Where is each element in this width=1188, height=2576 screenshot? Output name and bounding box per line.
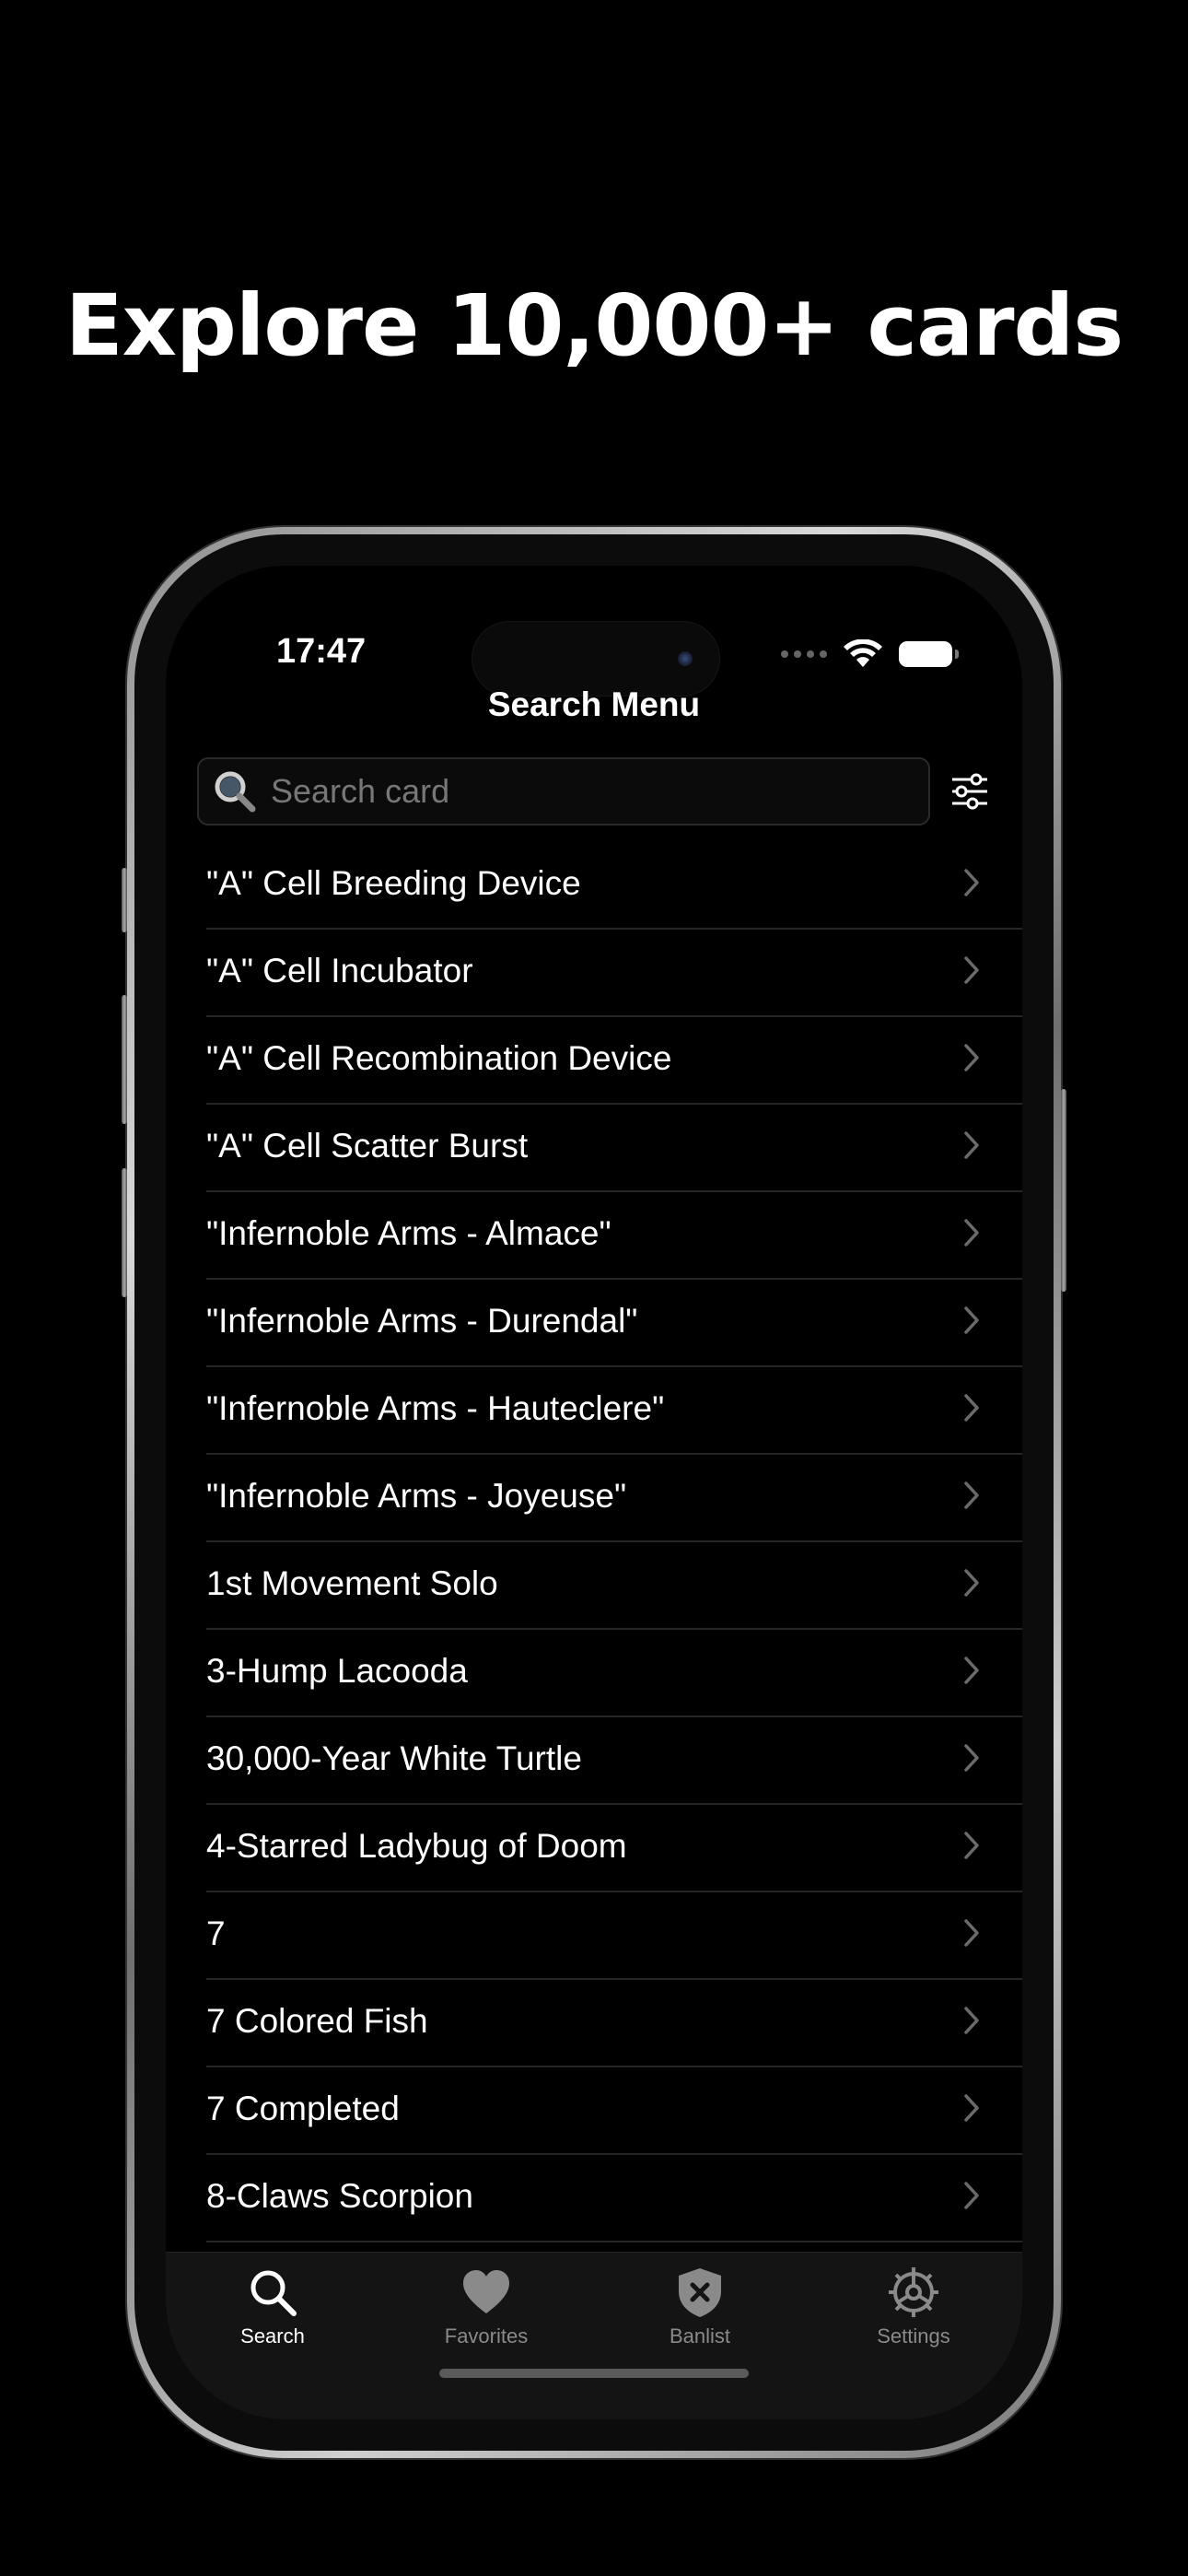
- volume-down-button: [122, 1168, 127, 1297]
- tab-search[interactable]: Search: [166, 2266, 379, 2376]
- search-icon: [250, 2270, 297, 2316]
- shield-x-icon: [679, 2268, 721, 2317]
- card-name: 7 Colored Fish: [206, 2001, 428, 2040]
- cellular-signal-icon: [781, 650, 827, 658]
- card-row[interactable]: 7 Completed: [206, 2067, 1022, 2155]
- tab-label: Search: [240, 2324, 305, 2348]
- card-row[interactable]: "A" Cell Recombination Device: [206, 1017, 1022, 1105]
- card-row[interactable]: 3-Hump Lacooda: [206, 1630, 1022, 1717]
- card-name: 30,000-Year White Turtle: [206, 1739, 582, 1777]
- card-row[interactable]: 7 Colored Fish: [206, 1980, 1022, 2067]
- chevron-right-icon: [964, 2007, 979, 2034]
- card-row[interactable]: "Infernoble Arms - Almace": [206, 1192, 1022, 1280]
- chevron-right-icon: [964, 1394, 979, 1422]
- card-name: "Infernoble Arms - Joyeuse": [206, 1476, 627, 1515]
- card-name: "A" Cell Breeding Device: [206, 863, 581, 902]
- search-icon: [215, 771, 256, 813]
- chevron-right-icon: [964, 1569, 979, 1597]
- chevron-right-icon: [964, 869, 979, 896]
- card-row[interactable]: 8-Claws Scorpion: [206, 2155, 1022, 2242]
- card-name: "Infernoble Arms - Durendal": [206, 1301, 638, 1340]
- tab-banlist[interactable]: Banlist: [593, 2266, 807, 2376]
- tab-bar: Search Favorites Banlist Settings: [166, 2252, 1022, 2419]
- card-row[interactable]: "Infernoble Arms - Hauteclere": [206, 1367, 1022, 1455]
- card-row[interactable]: "A" Cell Incubator: [206, 930, 1022, 1017]
- phone-frame: 17:47 Search Menu Search card "A" Cell B…: [122, 527, 1066, 2458]
- action-button: [122, 868, 127, 932]
- card-name: 3-Hump Lacooda: [206, 1651, 468, 1690]
- card-row[interactable]: "Infernoble Arms - Joyeuse": [206, 1455, 1022, 1542]
- card-row[interactable]: 4-Starred Ladybug of Doom: [206, 1805, 1022, 1892]
- power-button: [1061, 1089, 1066, 1292]
- wifi-icon: [844, 639, 882, 667]
- search-input[interactable]: [271, 772, 897, 811]
- card-name: "Infernoble Arms - Almace": [206, 1213, 611, 1252]
- chevron-right-icon: [964, 1744, 979, 1772]
- chevron-right-icon: [964, 1131, 979, 1159]
- chevron-right-icon: [964, 1657, 979, 1684]
- chevron-right-icon: [964, 1481, 979, 1509]
- tab-label: Banlist: [669, 2324, 731, 2348]
- chevron-right-icon: [964, 1919, 979, 1947]
- card-name: 1st Movement Solo: [206, 1563, 498, 1602]
- heart-icon: [463, 2270, 509, 2313]
- chevron-right-icon: [964, 2182, 979, 2209]
- chevron-right-icon: [964, 1306, 979, 1334]
- battery-icon: [899, 641, 959, 667]
- status-time: 17:47: [276, 632, 367, 671]
- card-row[interactable]: "A" Cell Breeding Device: [206, 842, 1022, 930]
- card-name: "A" Cell Scatter Burst: [206, 1126, 529, 1165]
- card-name: 4-Starred Ladybug of Doom: [206, 1826, 627, 1865]
- chevron-right-icon: [964, 2094, 979, 2122]
- status-icons: [781, 639, 959, 669]
- card-name: 8-Claws Scorpion: [206, 2176, 473, 2215]
- app-screen: 17:47 Search Menu Search card "A" Cell B…: [166, 566, 1022, 2419]
- headline: Explore 10,000+ cards: [64, 276, 1124, 375]
- volume-up-button: [122, 995, 127, 1124]
- card-name: "A" Cell Recombination Device: [206, 1038, 672, 1077]
- chevron-right-icon: [964, 1832, 979, 1859]
- card-row[interactable]: 1st Movement Solo: [206, 1542, 1022, 1630]
- search-bar[interactable]: [197, 757, 930, 825]
- camera-icon: [678, 651, 693, 666]
- card-name: 7: [206, 1914, 226, 1952]
- chevron-right-icon: [964, 1219, 979, 1247]
- gear-icon: [889, 2267, 938, 2317]
- tab-favorites[interactable]: Favorites: [379, 2266, 593, 2376]
- card-row[interactable]: 7: [206, 1892, 1022, 1980]
- filter-sliders-icon[interactable]: [947, 768, 993, 814]
- card-name: "A" Cell Incubator: [206, 951, 473, 989]
- card-row[interactable]: "A" Cell Scatter Burst: [206, 1105, 1022, 1192]
- chevron-right-icon: [964, 956, 979, 984]
- card-name: "Infernoble Arms - Hauteclere": [206, 1388, 665, 1427]
- tab-label: Settings: [877, 2324, 950, 2348]
- chevron-right-icon: [964, 1044, 979, 1071]
- page-title: Search Menu: [487, 685, 701, 723]
- card-name: 7 Completed: [206, 2089, 400, 2127]
- card-list: "A" Cell Breeding Device "A" Cell Incubat…: [166, 842, 1022, 2242]
- tab-settings[interactable]: Settings: [807, 2266, 1020, 2376]
- card-row[interactable]: 30,000-Year White Turtle: [206, 1717, 1022, 1805]
- card-row[interactable]: "Infernoble Arms - Durendal": [206, 1280, 1022, 1367]
- home-indicator[interactable]: [439, 2369, 749, 2378]
- tab-label: Favorites: [444, 2324, 529, 2348]
